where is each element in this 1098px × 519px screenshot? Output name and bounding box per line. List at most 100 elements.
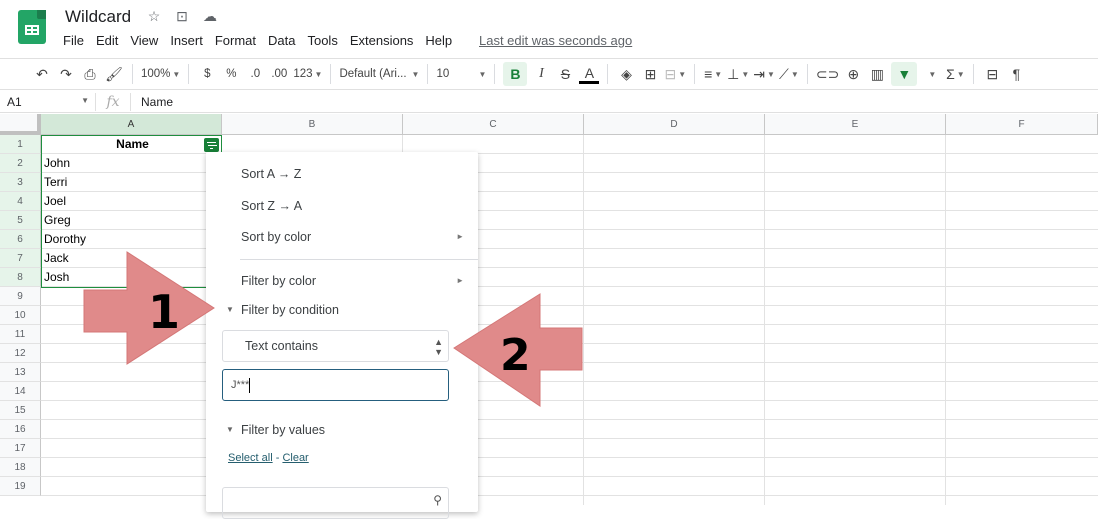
row-header[interactable]: 18	[0, 458, 41, 477]
column-header-b[interactable]: B	[222, 114, 403, 135]
table-cell[interactable]: Dorothy	[41, 230, 221, 249]
last-edit-link[interactable]: Last edit was seconds ago	[479, 33, 632, 48]
title-bar: Wildcard ☆ ⊡ ☁ File Edit View Insert For…	[0, 0, 1098, 58]
functions-icon[interactable]: Σ ▼	[945, 62, 965, 86]
table-cell[interactable]: Terri	[41, 173, 221, 192]
strikethrough-button[interactable]: S	[555, 62, 575, 86]
menu-item-sort-za[interactable]: Sort Z → A	[206, 192, 478, 220]
bold-button[interactable]: B	[503, 62, 528, 86]
condition-select[interactable]: Text contains ▲ ▼	[222, 330, 449, 362]
clear-link[interactable]: Clear	[282, 452, 308, 464]
condition-value-input[interactable]: J***	[222, 369, 449, 401]
increase-decimal-button[interactable]: .00	[269, 62, 289, 86]
undo-icon[interactable]: ↶	[32, 62, 52, 86]
row-header[interactable]: 16	[0, 420, 41, 439]
row-header[interactable]: 14	[0, 382, 41, 401]
menu-edit[interactable]: Edit	[96, 33, 118, 48]
filter-by-values-label: Filter by values	[241, 423, 326, 437]
column-header-d[interactable]: D	[584, 114, 765, 135]
column-header-c[interactable]: C	[403, 114, 584, 135]
more-formats-button[interactable]: 123 ▼	[293, 62, 322, 86]
filter-by-values-toggle[interactable]: ▼ Filter by values	[206, 416, 478, 444]
font-size-select[interactable]: 10 ▼	[436, 62, 486, 86]
row-header[interactable]: 1	[0, 135, 41, 154]
percent-format-button[interactable]: %	[221, 62, 241, 86]
row-header[interactable]: 11	[0, 325, 41, 344]
menu-file[interactable]: File	[63, 33, 84, 48]
row-gridline	[41, 495, 1098, 496]
sheets-logo-icon[interactable]	[18, 10, 46, 44]
table-cell[interactable]: Joel	[41, 192, 221, 211]
menu-insert[interactable]: Insert	[170, 33, 203, 48]
row-header[interactable]: 6	[0, 230, 41, 249]
star-icon[interactable]: ☆	[145, 8, 163, 25]
vertical-align-icon[interactable]: ⊥ ▼	[727, 62, 749, 86]
row-header[interactable]: 8	[0, 268, 41, 287]
row-header[interactable]: 12	[0, 344, 41, 363]
font-select[interactable]: Default (Ari... ▼	[339, 62, 419, 86]
column-header-a[interactable]: A	[41, 114, 222, 135]
insert-link-icon[interactable]: ⊂⊃	[816, 62, 839, 86]
filter-views-dropdown[interactable]: ▼	[921, 62, 941, 86]
row-header[interactable]: 4	[0, 192, 41, 211]
menu-item-filter-by-color[interactable]: Filter by color ►	[206, 267, 478, 295]
select-all-link[interactable]: Select all	[228, 452, 273, 464]
search-icon: ⚲	[433, 493, 442, 507]
menu-item-sort-az[interactable]: Sort A → Z	[206, 160, 478, 188]
menu-tools[interactable]: Tools	[307, 33, 337, 48]
row-header[interactable]: 13	[0, 363, 41, 382]
filter-icon[interactable]: ▼	[891, 62, 918, 86]
cloud-saved-icon[interactable]: ☁	[201, 8, 219, 25]
filter-by-condition-toggle[interactable]: ▼ Filter by condition	[206, 296, 478, 324]
row-header[interactable]: 9	[0, 287, 41, 306]
text-wrap-icon[interactable]: ⇥ ▼	[753, 62, 775, 86]
column-header-f[interactable]: F	[946, 114, 1098, 135]
row-header[interactable]: 7	[0, 249, 41, 268]
borders-icon[interactable]: ⊞	[640, 62, 660, 86]
select-all-corner[interactable]	[0, 114, 41, 135]
menu-help[interactable]: Help	[425, 33, 452, 48]
name-box[interactable]: A1 ▼	[0, 95, 95, 109]
move-to-folder-icon[interactable]: ⊡	[173, 8, 191, 25]
formula-input[interactable]: Name	[131, 95, 173, 109]
paint-format-icon[interactable]: 🖌	[104, 62, 124, 86]
decrease-decimal-button[interactable]: .0	[245, 62, 265, 86]
row-header[interactable]: 5	[0, 211, 41, 230]
row-header[interactable]: 15	[0, 401, 41, 420]
menu-extensions[interactable]: Extensions	[350, 33, 414, 48]
merge-cells-icon[interactable]: ⊟ ▼	[664, 62, 686, 86]
currency-format-button[interactable]: $	[197, 62, 217, 86]
fill-color-icon[interactable]: ◈	[616, 62, 636, 86]
header-cell[interactable]: Name	[41, 135, 221, 154]
menu-item-sort-by-color[interactable]: Sort by color ►	[206, 223, 478, 251]
zoom-select[interactable]: 100% ▼	[141, 62, 180, 86]
column-header-e[interactable]: E	[765, 114, 946, 135]
menu-view[interactable]: View	[130, 33, 158, 48]
input-tools-icon[interactable]: ⊟	[982, 62, 1002, 86]
row-gridline	[41, 419, 1098, 420]
redo-icon[interactable]: ↷	[56, 62, 76, 86]
italic-button[interactable]: I	[531, 62, 551, 86]
print-icon[interactable]: ⎙	[80, 62, 100, 86]
horizontal-align-icon[interactable]: ≡ ▼	[703, 62, 723, 86]
row-header[interactable]: 10	[0, 306, 41, 325]
insert-chart-icon[interactable]: ▥	[867, 62, 887, 86]
document-title[interactable]: Wildcard	[65, 7, 131, 27]
column-filter-button[interactable]	[204, 138, 219, 152]
menu-data[interactable]: Data	[268, 33, 295, 48]
column-gridline	[764, 135, 765, 505]
text-rotation-icon[interactable]: ⟋ ▼	[779, 62, 799, 86]
values-search-input[interactable]: ⚲	[222, 487, 449, 519]
row-header[interactable]: 3	[0, 173, 41, 192]
toolbar-divider	[694, 64, 696, 84]
paragraph-icon[interactable]: ¶	[1006, 62, 1026, 86]
table-cell[interactable]: Greg	[41, 211, 221, 230]
insert-comment-icon[interactable]: ⊕	[843, 62, 863, 86]
menu-format[interactable]: Format	[215, 33, 256, 48]
row-header[interactable]: 19	[0, 477, 41, 496]
text-color-button[interactable]: A	[579, 64, 600, 84]
toolbar-divider	[188, 64, 190, 84]
table-cell[interactable]: John	[41, 154, 221, 173]
row-header[interactable]: 2	[0, 154, 41, 173]
row-header[interactable]: 17	[0, 439, 41, 458]
